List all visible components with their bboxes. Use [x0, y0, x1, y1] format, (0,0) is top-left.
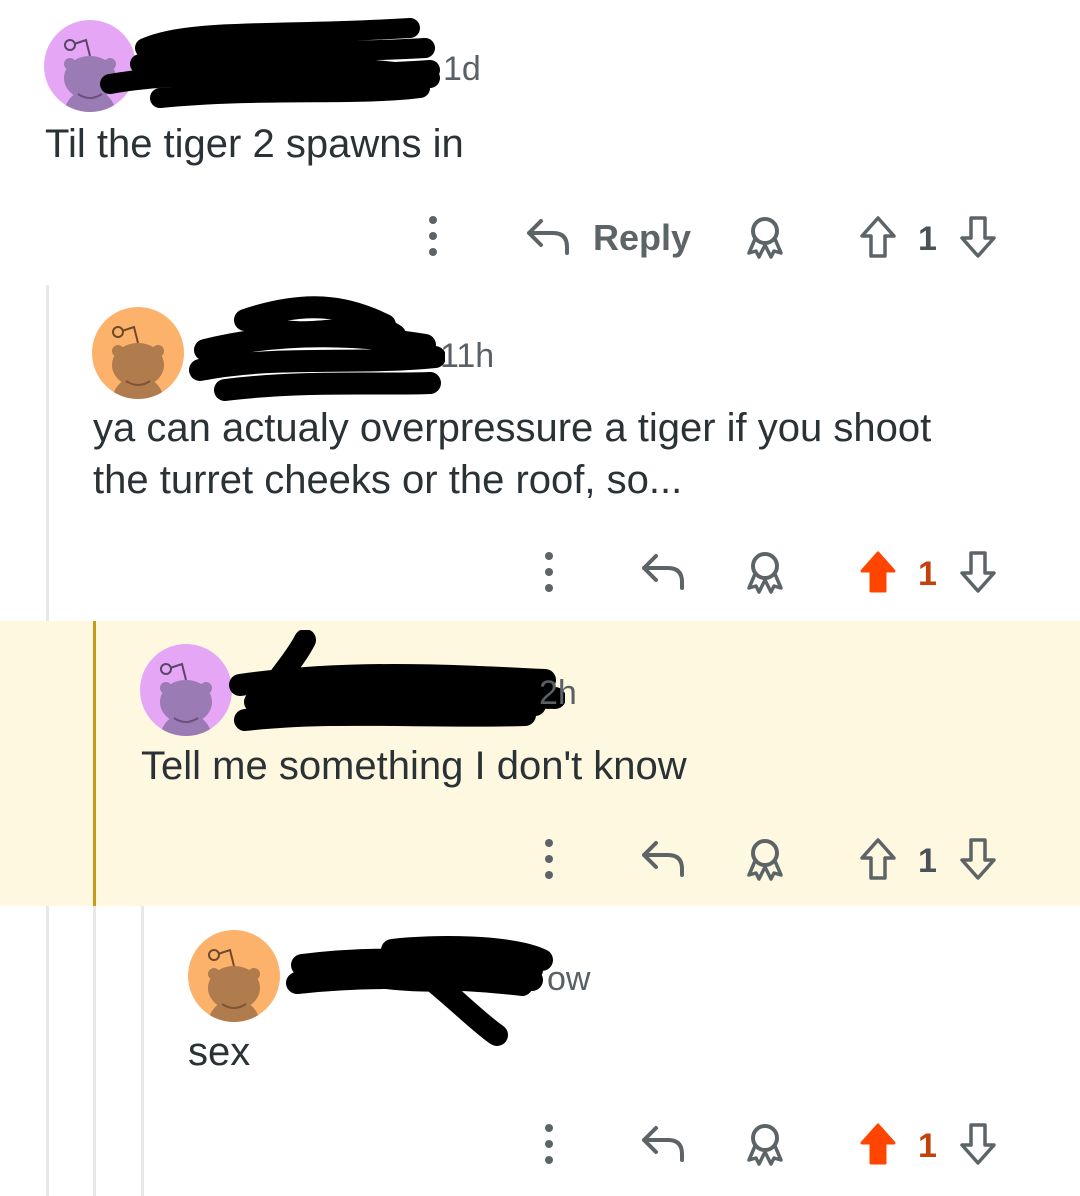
redacted-username [189, 296, 445, 401]
comment-timestamp: 1d [443, 50, 481, 88]
upvote-icon-active[interactable] [858, 1121, 898, 1167]
comment-body: Til the tiger 2 spawns in [45, 122, 464, 166]
overflow-menu-icon[interactable] [422, 214, 444, 258]
award-icon[interactable] [743, 837, 787, 883]
award-icon[interactable] [743, 550, 787, 596]
comment-timestamp: ow [547, 960, 591, 998]
avatar[interactable] [140, 644, 232, 736]
avatar[interactable] [92, 307, 184, 399]
downvote-icon[interactable] [958, 836, 998, 882]
vote-count: 1 [918, 555, 937, 593]
comment-timestamp: 11h [440, 337, 495, 375]
downvote-icon[interactable] [958, 549, 998, 595]
reply-arrow-icon[interactable] [640, 552, 686, 592]
award-icon[interactable] [743, 215, 787, 261]
reply-arrow-icon[interactable] [640, 1124, 686, 1164]
redacted-username [286, 936, 553, 1046]
reply-arrow-icon[interactable] [640, 839, 686, 879]
thread-line-level-2[interactable] [93, 906, 96, 1196]
highlighted-comment-bar [93, 621, 96, 906]
vote-count: 1 [918, 220, 937, 258]
comment-body: Tell me something I don't know [141, 744, 687, 788]
avatar[interactable] [188, 930, 280, 1022]
comment-body-line-1: ya can actualy overpressure a tiger if y… [93, 406, 932, 450]
comment-body: sex [188, 1030, 251, 1074]
overflow-menu-icon[interactable] [538, 1122, 560, 1166]
comment-body-line-2: the turret cheeks or the roof, so... [93, 458, 683, 502]
reply-label: Reply [593, 217, 692, 258]
vote-count: 1 [918, 842, 937, 880]
comment-timestamp: 2h [539, 674, 577, 712]
vote-count: 1 [918, 1127, 937, 1165]
downvote-icon[interactable] [958, 214, 998, 260]
overflow-menu-icon[interactable] [538, 837, 560, 881]
thread-line-level-3[interactable] [141, 906, 144, 1196]
downvote-icon[interactable] [958, 1121, 998, 1167]
upvote-icon[interactable] [858, 836, 898, 882]
reply-arrow-icon [527, 219, 569, 255]
avatar[interactable] [44, 20, 136, 112]
award-icon[interactable] [743, 1122, 787, 1168]
upvote-icon[interactable] [858, 214, 898, 260]
overflow-menu-icon[interactable] [538, 550, 560, 594]
upvote-icon-active[interactable] [858, 549, 898, 595]
redacted-username [100, 18, 440, 108]
